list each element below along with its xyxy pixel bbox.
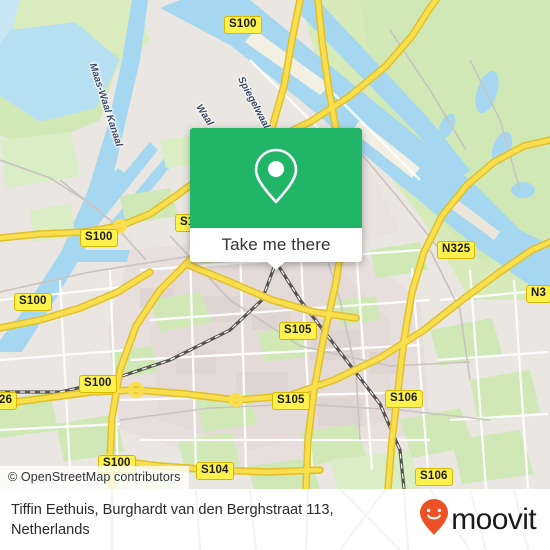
footer-bar: Tiffin Eethuis, Burghardt van den Berghs… (0, 489, 550, 550)
place-title: Tiffin Eethuis, Burghardt van den Berghs… (11, 501, 334, 538)
road-shield: S100 (14, 293, 52, 311)
location-callout-card[interactable]: Take me there (190, 128, 362, 270)
road-shield: S106 (385, 390, 423, 408)
moovit-logo[interactable]: moovit (419, 498, 537, 541)
road-shield: N325 (437, 241, 476, 259)
road-shield: S100 (79, 375, 117, 393)
map-share-card: Maas-Waal Kanaal Waal Spiegelwaal S100 S… (0, 0, 550, 550)
road-shield: S105 (279, 322, 317, 340)
road-shield: S100 (224, 16, 262, 34)
road-shield: S104 (196, 462, 234, 480)
callout-header (190, 128, 362, 228)
take-me-there-label: Take me there (221, 235, 331, 254)
footer-content: Tiffin Eethuis, Burghardt van den Berghs… (0, 489, 550, 550)
moovit-wordmark: moovit (451, 502, 536, 536)
map-pin-icon (252, 146, 300, 211)
road-shield: 26 (0, 392, 18, 410)
callout-tail (266, 261, 286, 270)
road-shield: S106 (415, 468, 453, 486)
callout-footer[interactable]: Take me there (190, 228, 362, 270)
osm-attribution[interactable]: © OpenStreetMap contributors (0, 466, 189, 489)
road-shield: S105 (272, 392, 310, 410)
road-shield: S100 (80, 229, 118, 247)
road-shield: N3 (526, 285, 550, 303)
moovit-pin-smile-icon (419, 498, 449, 541)
